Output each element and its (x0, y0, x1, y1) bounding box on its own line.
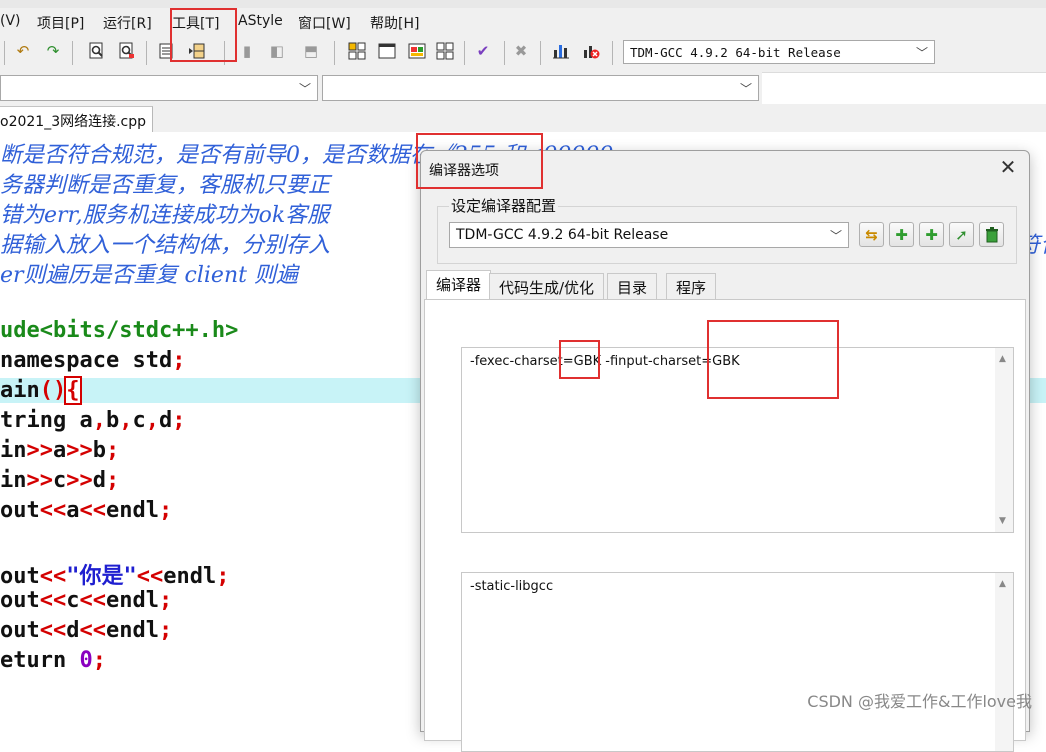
menu-astyle[interactable]: AStyle (238, 13, 283, 29)
compiler-select-value: TDM-GCC 4.9.2 64-bit Release (630, 45, 841, 60)
toolbar-separator (612, 41, 613, 65)
toolbar-separator (540, 41, 541, 65)
stop-icon[interactable]: ✖ (510, 40, 532, 62)
add-config-icon[interactable]: ✚ (889, 222, 914, 247)
delete-config-icon[interactable] (979, 222, 1004, 247)
code-line: out<<"你是"<<endl; (0, 563, 230, 589)
tab-compiler[interactable]: 编译器 (426, 270, 492, 300)
code-line: out<<a<<endl; (0, 498, 173, 523)
link-options-field[interactable]: -static-libgcc ▲ (461, 572, 1014, 752)
toolbar-separator (334, 41, 335, 65)
toolbar-separator (504, 41, 505, 65)
file-tab[interactable]: o2021_3网络连接.cpp (0, 106, 154, 132)
editor-tab-bar: o2021_3网络连接.cpp (0, 104, 1046, 132)
link-options-text: -static-libgcc (470, 579, 554, 594)
secondary-toolbar: ﹀ ﹀ (0, 72, 762, 105)
menu-run[interactable]: 运行[R] (103, 13, 152, 33)
scroll-up-icon[interactable]: ▲ (999, 579, 1006, 589)
watermark: CSDN @我爱工作&工作love我 (807, 692, 1032, 711)
window-icon[interactable] (376, 40, 398, 62)
menu-help[interactable]: 帮助[H] (370, 13, 419, 33)
find-icon[interactable] (86, 40, 108, 62)
menu-project[interactable]: 项目[P] (37, 13, 84, 33)
new-project-icon[interactable] (346, 40, 368, 62)
code-line: ude<bits/stdc++.h> (0, 318, 239, 343)
compiler-config-value: TDM-GCC 4.9.2 64-bit Release (456, 227, 669, 243)
rename-config-icon[interactable]: ⇆ (859, 222, 884, 247)
tab-programs[interactable]: 程序 (666, 273, 717, 299)
config-group-label: 设定编译器配置 (449, 195, 559, 216)
chart-icon[interactable] (550, 40, 572, 62)
toolbar-separator (146, 41, 147, 65)
menu-window[interactable]: 窗口[W] (298, 13, 351, 33)
chevron-down-icon: ﹀ (739, 82, 752, 96)
chevron-down-icon: ﹀ (298, 82, 311, 96)
scroll-up-icon[interactable]: ▲ (999, 354, 1006, 364)
compiler-config-select[interactable]: TDM-GCC 4.9.2 64-bit Release ﹀ (449, 222, 849, 248)
compiler-select[interactable]: TDM-GCC 4.9.2 64-bit Release ﹀ (623, 40, 935, 64)
toolbar-separator (4, 41, 5, 65)
menu-view[interactable]: (V) (0, 13, 21, 29)
annotation-box-input-charset (707, 320, 839, 399)
scroll-down-icon[interactable]: ▼ (999, 516, 1006, 526)
delete-profile-icon[interactable] (580, 40, 602, 62)
scrollbar[interactable]: ▲ (995, 573, 1013, 751)
code-line: out<<d<<endl; (0, 618, 173, 643)
chevron-down-icon: ﹀ (829, 229, 842, 243)
code-line: eturn 0; (0, 648, 106, 673)
code-line: namespace std; (0, 348, 186, 373)
toolbar-separator (464, 41, 465, 65)
comment-line: 据输入放入一个结构体，分别存入 (0, 233, 331, 258)
tab-directories[interactable]: 目录 (607, 273, 658, 299)
copy-config-icon[interactable]: ✚ (919, 222, 944, 247)
window-title-strip (0, 0, 1046, 8)
tab-code-generation[interactable]: 代码生成/优化 (489, 273, 605, 299)
undo-icon[interactable]: ↶ (12, 40, 34, 62)
redo-icon[interactable]: ↷ (42, 40, 64, 62)
compiler-options-dialog: 编译器选项 ✕ 设定编译器配置 TDM-GCC 4.9.2 64-bit Rel… (420, 150, 1030, 752)
scrollbar[interactable]: ▲ ▼ (995, 348, 1013, 532)
close-icon[interactable]: ✕ (995, 156, 1021, 180)
code-line: in>>c>>d; (0, 468, 120, 493)
class-combo[interactable]: ﹀ (0, 75, 318, 101)
toolbar-separator (72, 41, 73, 65)
comment-line: 错为err,服务机连接成功为ok客服 (0, 203, 330, 228)
compile-options-text: -fexec-charset=GBK -finput-charset=GBK (470, 354, 740, 369)
member-combo[interactable]: ﹀ (322, 75, 759, 101)
replace-icon[interactable] (116, 40, 138, 62)
annotation-box-dialog-title (416, 133, 543, 189)
code-line: out<<c<<endl; (0, 588, 173, 613)
check-syntax-icon[interactable]: ✔ (472, 40, 494, 62)
chevron-down-icon: ﹀ (915, 46, 928, 60)
comment-line: er则遍历是否重复 client 则遍 (0, 263, 298, 288)
code-line: tring a,b,c,d; (0, 408, 186, 433)
unindent-icon[interactable]: ◧ (266, 40, 288, 62)
export-config-icon[interactable]: ➚ (949, 222, 974, 247)
class-browser-icon[interactable] (434, 40, 456, 62)
comment-line: 务器判断是否重复，客服机只要正 (0, 173, 331, 198)
indent-icon[interactable]: ▮ (236, 40, 258, 62)
toggle-comment-icon[interactable]: ⬒ (300, 40, 322, 62)
project-options-icon[interactable] (406, 40, 428, 62)
annotation-box-exec-charset (559, 340, 600, 379)
annotation-box-tools-menu (170, 8, 237, 62)
menu-bar: (V) 项目[P] 运行[R] 工具[T] AStyle 窗口[W] 帮助[H] (0, 8, 1046, 36)
code-line: in>>a>>b; (0, 438, 120, 463)
